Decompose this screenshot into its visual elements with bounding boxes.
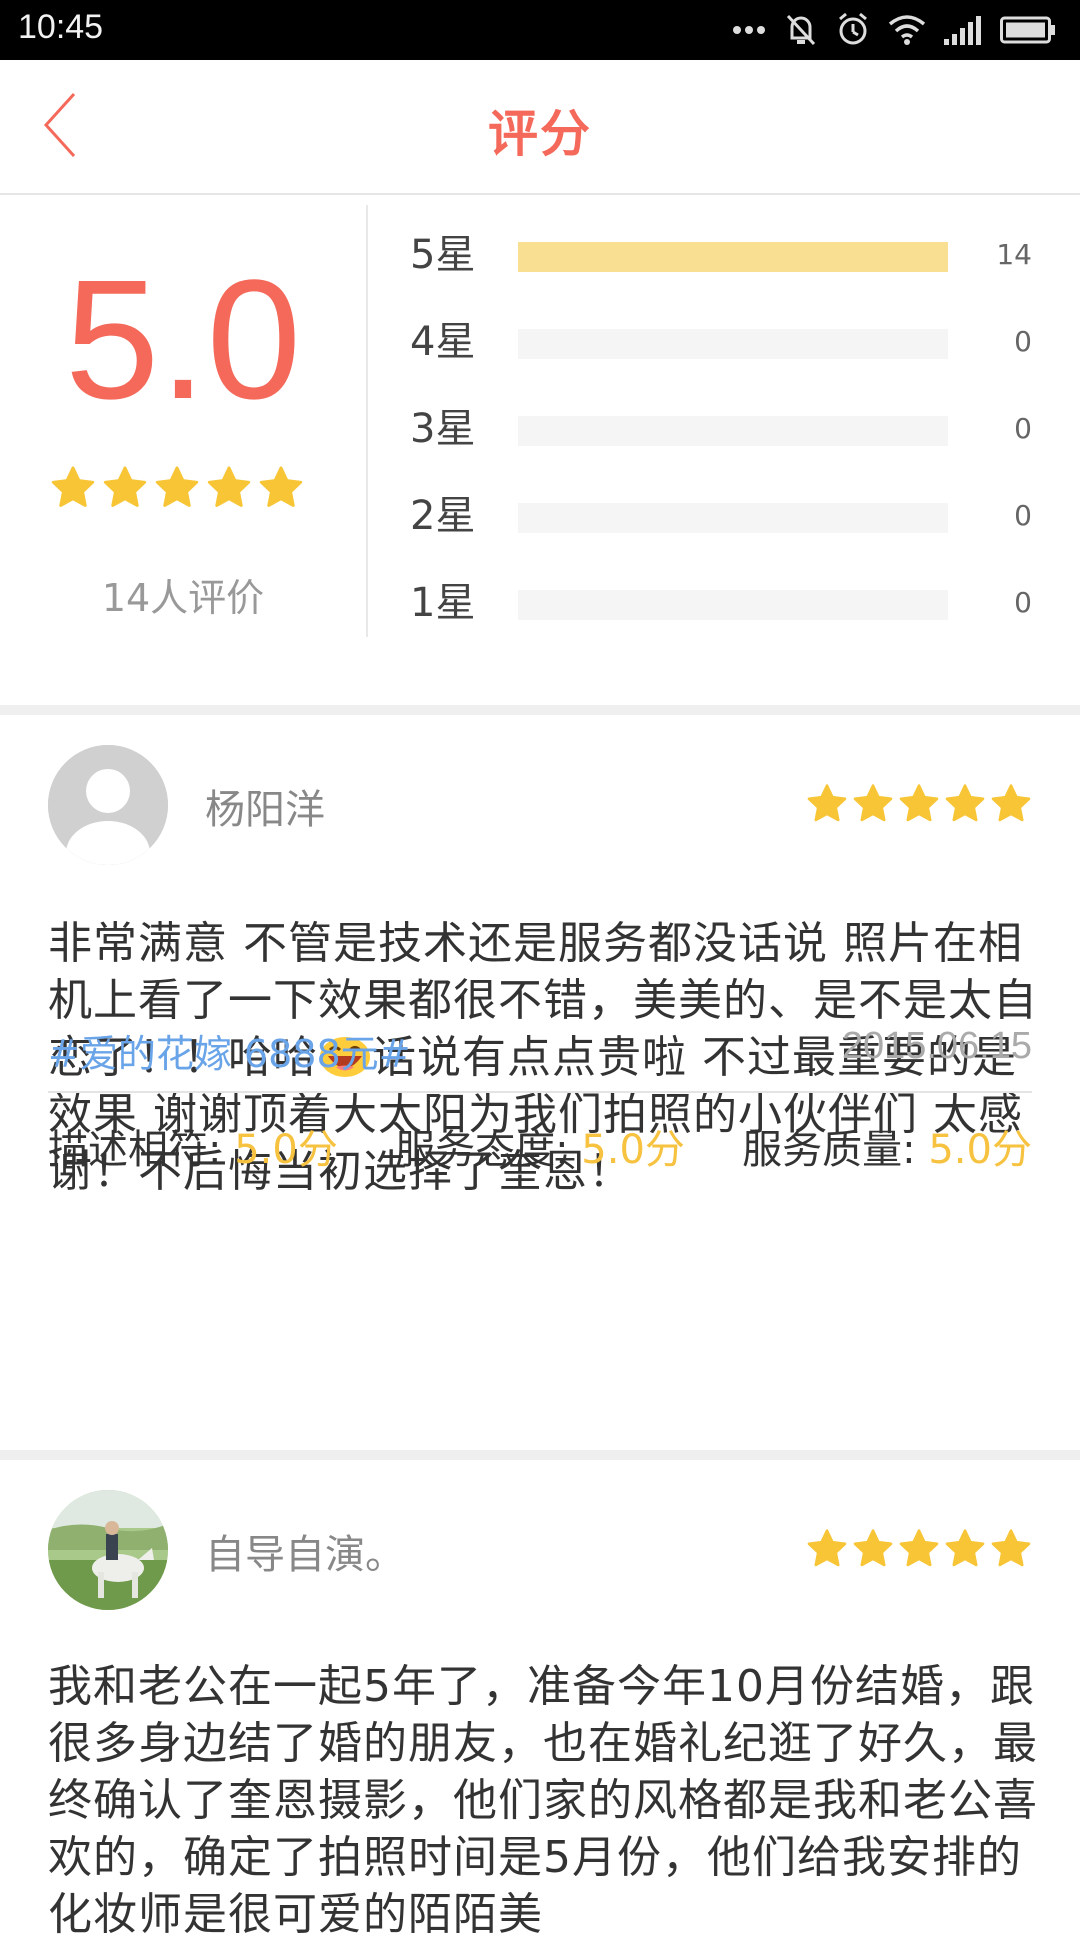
- dist-row-5: 5星 14: [410, 225, 1032, 312]
- dist-row-3: 3星 0: [410, 399, 1032, 486]
- sub-score-attitude: 服务态度: 5.0分: [395, 1117, 685, 1175]
- reviewer-name: 杨阳洋: [205, 787, 325, 833]
- avatar[interactable]: [48, 745, 168, 865]
- star-icon: [207, 466, 251, 507]
- rating-distribution: 5星 14 4星 0 3星 0 2星 0 1星 0: [410, 225, 1032, 660]
- card-divider: [48, 1091, 1032, 1093]
- reviewer-name: 自导自演。: [205, 1532, 405, 1578]
- star-icon: [991, 1529, 1031, 1567]
- status-icons: [732, 10, 1056, 50]
- status-time: 10:45: [18, 8, 104, 46]
- dist-count: 0: [1014, 586, 1032, 619]
- signal-icon: [944, 16, 981, 45]
- sub-score-value: 5.0分: [234, 1127, 338, 1173]
- star-icon: [853, 1529, 893, 1567]
- header: 评分: [0, 60, 1080, 195]
- sub-score-label: 描述相符:: [48, 1127, 235, 1173]
- sub-score-description: 描述相符: 5.0分: [48, 1117, 338, 1175]
- battery-icon: [1000, 16, 1055, 44]
- dist-label: 3星: [410, 406, 476, 452]
- dist-bar-track: [518, 416, 948, 446]
- review-stars: [806, 783, 1032, 825]
- status-bar: 10:45: [0, 0, 1080, 60]
- sub-score-label: 服务态度:: [395, 1127, 582, 1173]
- sub-score-quality: 服务质量: 5.0分: [742, 1117, 1032, 1175]
- mute-icon: [786, 14, 816, 46]
- star-icon: [853, 784, 893, 822]
- average-stars: [50, 465, 304, 511]
- user-photo-avatar: [48, 1490, 168, 1610]
- star-icon: [155, 466, 199, 507]
- review-count: 14人评价: [101, 576, 265, 620]
- alarm-icon: [839, 12, 867, 45]
- summary-divider: [366, 205, 368, 637]
- default-avatar-icon: [48, 745, 168, 865]
- more-dots-icon: [733, 26, 765, 34]
- star-icon: [807, 1529, 847, 1567]
- dist-count: 0: [1014, 325, 1032, 358]
- avatar[interactable]: [48, 1490, 168, 1610]
- dist-label: 1星: [410, 580, 476, 626]
- sub-scores: 描述相符: 5.0分 服务态度: 5.0分 服务质量: 5.0分: [48, 1117, 1032, 1175]
- wifi-icon: [888, 15, 926, 45]
- dist-row-1: 1星 0: [410, 573, 1032, 660]
- star-icon: [51, 466, 95, 507]
- dist-bar-track: [518, 242, 948, 272]
- dist-bar-fill: [518, 242, 948, 272]
- review-text: 我和老公在一起5年了，准备今年10月份结婚，跟很多身边结了婚的朋友，也在婚礼纪逛…: [48, 1661, 1038, 1940]
- sub-score-label: 服务质量:: [742, 1127, 929, 1173]
- sub-score-value: 5.0分: [581, 1127, 685, 1173]
- page-title: 评分: [488, 105, 592, 163]
- star-icon: [945, 1529, 985, 1567]
- dist-label: 5星: [410, 232, 476, 278]
- dist-row-2: 2星 0: [410, 486, 1032, 573]
- sub-score-value: 5.0分: [928, 1127, 1032, 1173]
- dist-bar-track: [518, 503, 948, 533]
- dist-label: 4星: [410, 319, 476, 365]
- review-card: 自导自演。 我和老公在一起5年了，准备今年10月份结婚，跟很多身边结了婚的朋友，…: [0, 1460, 1080, 1940]
- star-icon: [807, 784, 847, 822]
- dist-count: 14: [996, 238, 1032, 271]
- package-tag[interactable]: #爱的花嫁 6888元#: [48, 1023, 410, 1078]
- star-icon: [899, 784, 939, 822]
- rating-summary: 5.0 14人评价 5星 14 4星 0 3星 0 2星 0 1星 0: [0, 195, 1080, 705]
- review-stars: [806, 1528, 1032, 1570]
- star-icon: [945, 784, 985, 822]
- section-separator: [0, 705, 1080, 715]
- star-icon: [991, 784, 1031, 822]
- section-separator: [0, 1450, 1080, 1460]
- dist-count: 0: [1014, 499, 1032, 532]
- star-icon: [259, 466, 303, 507]
- average-score: 5.0: [64, 245, 302, 435]
- dist-count: 0: [1014, 412, 1032, 445]
- dist-bar-track: [518, 590, 948, 620]
- star-icon: [103, 466, 147, 507]
- review-date: 2015.06.15: [841, 1025, 1032, 1067]
- dist-row-4: 4星 0: [410, 312, 1032, 399]
- dist-bar-track: [518, 329, 948, 359]
- star-icon: [899, 1529, 939, 1567]
- review-card: 杨阳洋 非常满意 不管是技术还是服务都没话说 照片在相机上看了一下效果都很不错，…: [0, 715, 1080, 1450]
- dist-label: 2星: [410, 493, 476, 539]
